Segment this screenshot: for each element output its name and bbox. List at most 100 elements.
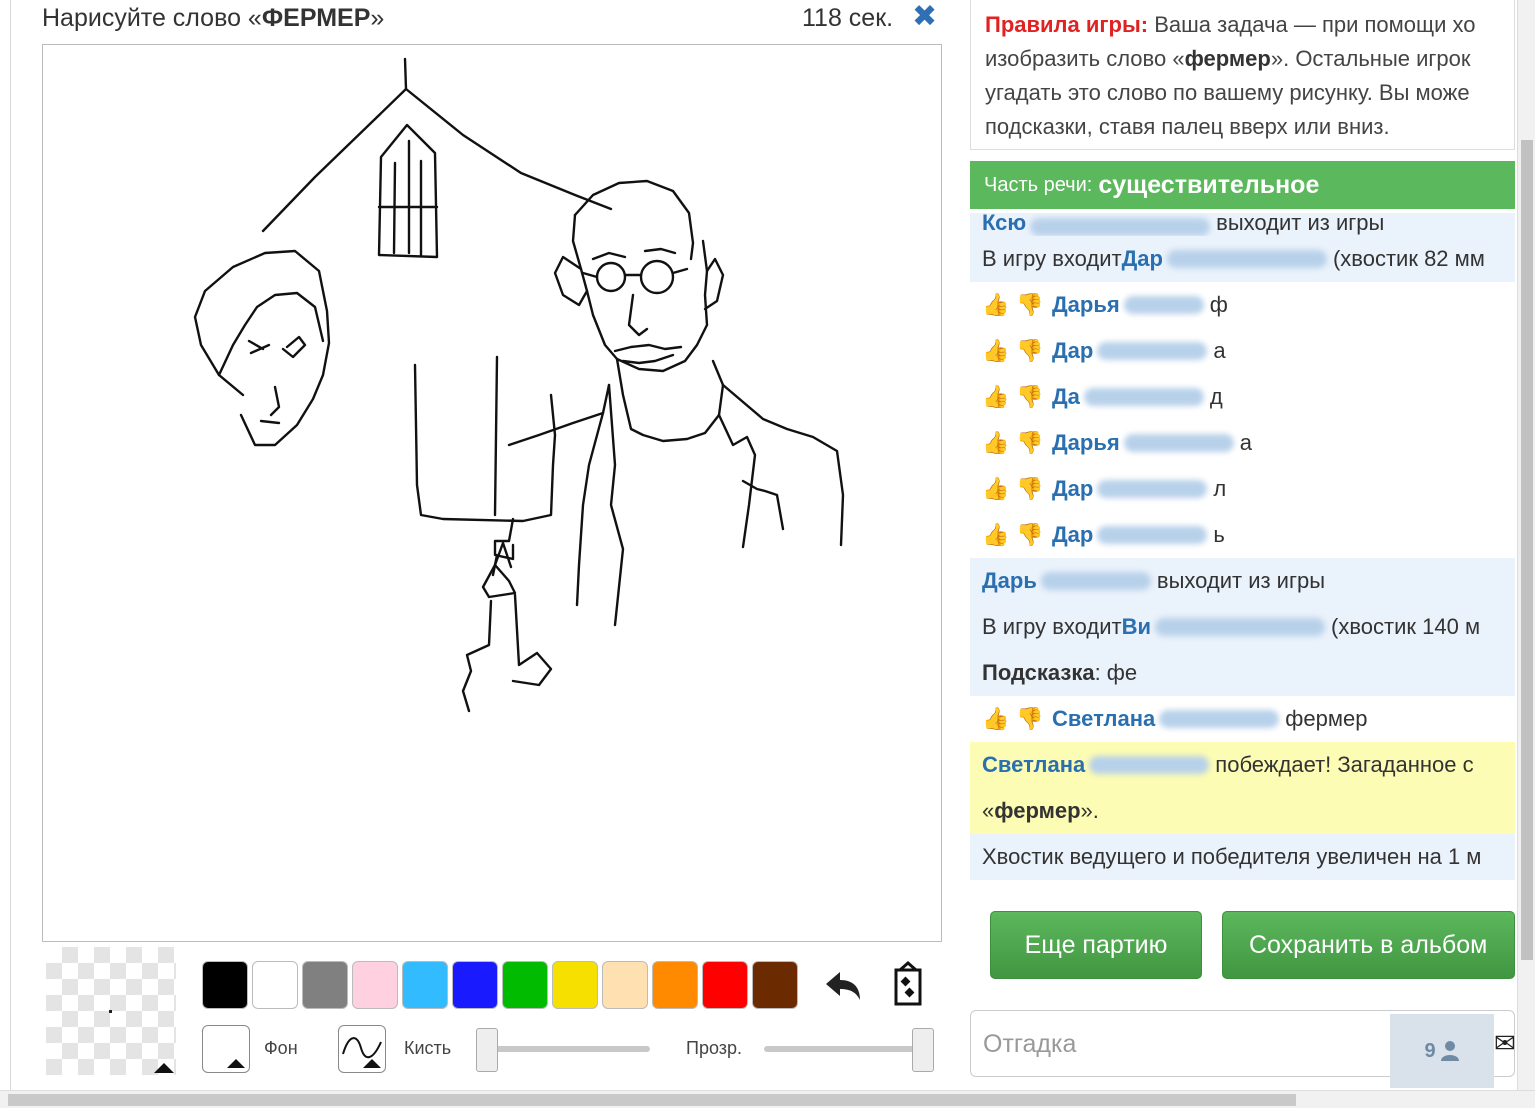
part-of-speech-bar: Часть речи: существительное <box>970 161 1515 209</box>
brush-mode-button[interactable] <box>338 1025 386 1073</box>
close-icon[interactable]: ✖ <box>912 2 937 32</box>
color-swatch[interactable] <box>602 961 648 1009</box>
chat-row-winner-word: «фермер». <box>970 788 1515 834</box>
color-swatch[interactable] <box>202 961 248 1009</box>
thumbs-up-icon[interactable]: 👍 <box>982 429 1010 457</box>
color-swatch[interactable] <box>752 961 798 1009</box>
player-name[interactable]: Дарья <box>1052 292 1120 318</box>
chat-row-guess: 👍 👎 Светлана фермер <box>970 696 1515 742</box>
chat-row-guess: 👍 👎 Дарья ф <box>970 282 1515 328</box>
color-palette <box>202 961 798 1009</box>
timer: 118 сек. <box>802 4 894 32</box>
color-swatch[interactable] <box>452 961 498 1009</box>
brush-dot <box>109 1010 112 1013</box>
player-name[interactable]: Дарья <box>1052 430 1120 456</box>
color-swatch[interactable] <box>252 961 298 1009</box>
color-swatch[interactable] <box>352 961 398 1009</box>
thumbs-up-icon[interactable]: 👍 <box>982 521 1010 549</box>
thumbs-up-icon[interactable]: 👍 <box>982 291 1010 319</box>
vertical-scrollbar[interactable] <box>1517 0 1535 1090</box>
color-swatch[interactable] <box>652 961 698 1009</box>
chat-row-winner: Светлана побеждает! Загаданное с <box>970 742 1515 788</box>
opacity-track[interactable] <box>764 1046 924 1052</box>
expand-arrow-icon[interactable] <box>154 1063 174 1073</box>
guess-text: а <box>1213 338 1226 363</box>
thumbs-down-icon[interactable]: 👎 <box>1016 705 1044 733</box>
hint-text: : фе <box>1094 660 1138 685</box>
background-mode-button[interactable] <box>202 1025 250 1073</box>
player-name[interactable]: Светлана <box>982 752 1085 778</box>
brush-preview[interactable] <box>46 947 176 1075</box>
opacity-handle[interactable] <box>912 1028 934 1072</box>
horizontal-scrollbar[interactable] <box>0 1090 1535 1108</box>
color-swatch[interactable] <box>402 961 448 1009</box>
background-label: Фон <box>264 1038 298 1058</box>
player-name[interactable]: Дар <box>1052 338 1093 364</box>
player-name[interactable]: Дар <box>1052 522 1093 548</box>
envelope-icon[interactable]: ✉ <box>1494 1028 1516 1059</box>
color-swatch[interactable] <box>302 961 348 1009</box>
thumbs-up-icon[interactable]: 👍 <box>982 705 1010 733</box>
chat-row-guess: 👍 👎 Дар а <box>970 328 1515 374</box>
task-word: ФЕРМЕР <box>261 4 371 32</box>
hint-label: Подсказка <box>982 660 1095 685</box>
chat-row-leave: Ксю выходит из игры <box>970 213 1515 236</box>
undo-icon[interactable] <box>818 962 866 1010</box>
thumbs-down-icon[interactable]: 👎 <box>1016 521 1044 549</box>
player-name[interactable]: Ви <box>1122 614 1151 640</box>
chat-row-bonus: Хвостик ведущего и победителя увеличен н… <box>970 834 1515 880</box>
drawing-canvas[interactable] <box>42 44 942 942</box>
thumbs-down-icon[interactable]: 👎 <box>1016 475 1044 503</box>
thumbs-up-icon[interactable]: 👍 <box>982 383 1010 411</box>
expand-arrow-icon <box>363 1059 381 1068</box>
players-count: 9 <box>1424 1039 1436 1062</box>
farmer-drawing <box>193 57 845 713</box>
page-left-border <box>10 0 11 1092</box>
color-swatch[interactable] <box>552 961 598 1009</box>
guess-text: ф <box>1209 292 1228 317</box>
brush-label: Кисть <box>404 1038 452 1058</box>
expand-arrow-icon <box>227 1059 245 1068</box>
chat-row-guess: 👍 👎 Дарья а <box>970 420 1515 466</box>
thumbs-down-icon[interactable]: 👎 <box>1016 291 1044 319</box>
horizontal-scroll-thumb[interactable] <box>8 1094 1296 1106</box>
thumbs-down-icon[interactable]: 👎 <box>1016 337 1044 365</box>
chat-row-join: В игру входит Ви (хвостик 140 м <box>970 604 1515 650</box>
user-icon <box>1440 1041 1459 1061</box>
chat-row-guess: 👍 👎 Дар ь <box>970 512 1515 558</box>
opacity-label: Прозр. <box>686 1038 743 1058</box>
guess-text: а <box>1239 430 1252 455</box>
task-title: Нарисуйте слово «ФЕРМЕР» <box>42 4 385 32</box>
thumbs-up-icon[interactable]: 👍 <box>982 475 1010 503</box>
brush-size-track[interactable] <box>486 1046 650 1052</box>
thumbs-up-icon[interactable]: 👍 <box>982 337 1010 365</box>
player-name[interactable]: Светлана <box>1052 706 1155 732</box>
rules-title: Правила игры: <box>985 12 1149 37</box>
chat-row-guess: 👍 👎 Да д <box>970 374 1515 420</box>
guess-input[interactable] <box>983 1021 1383 1067</box>
chat-row-join: В игру входит Дар (хвостик 82 мм <box>970 236 1515 282</box>
guess-text: ь <box>1213 522 1225 547</box>
player-name[interactable]: Дар <box>1122 246 1163 272</box>
guess-text: л <box>1213 476 1227 501</box>
thumbs-down-icon[interactable]: 👎 <box>1016 383 1044 411</box>
thumbs-down-icon[interactable]: 👎 <box>1016 429 1044 457</box>
chat-row-hint: Подсказка: фе <box>970 650 1515 696</box>
player-name[interactable]: Дар <box>1052 476 1093 502</box>
color-swatch[interactable] <box>502 961 548 1009</box>
chat-log[interactable]: Ксю выходит из игры В игру входит Дар (хво… <box>970 213 1515 889</box>
brush-size-handle[interactable] <box>476 1028 498 1072</box>
player-name[interactable]: Да <box>1052 384 1080 410</box>
chat-row-leave: Дарь выходит из игры <box>970 558 1515 604</box>
chat-row-guess: 👍 👎 Дар л <box>970 466 1515 512</box>
clear-canvas-icon[interactable] <box>888 960 928 1008</box>
players-badge[interactable]: 9 <box>1390 1014 1494 1088</box>
game-rules: Правила игры: Ваша задача — при помощи х… <box>970 0 1515 150</box>
player-name[interactable]: Ксю <box>982 213 1026 236</box>
guess-text: д <box>1209 384 1223 409</box>
save-to-album-button[interactable]: Сохранить в альбом <box>1222 911 1515 979</box>
player-name[interactable]: Дарь <box>982 568 1037 594</box>
color-swatch[interactable] <box>702 961 748 1009</box>
another-game-button[interactable]: Еще партию <box>990 911 1202 979</box>
vertical-scroll-thumb[interactable] <box>1521 140 1533 960</box>
